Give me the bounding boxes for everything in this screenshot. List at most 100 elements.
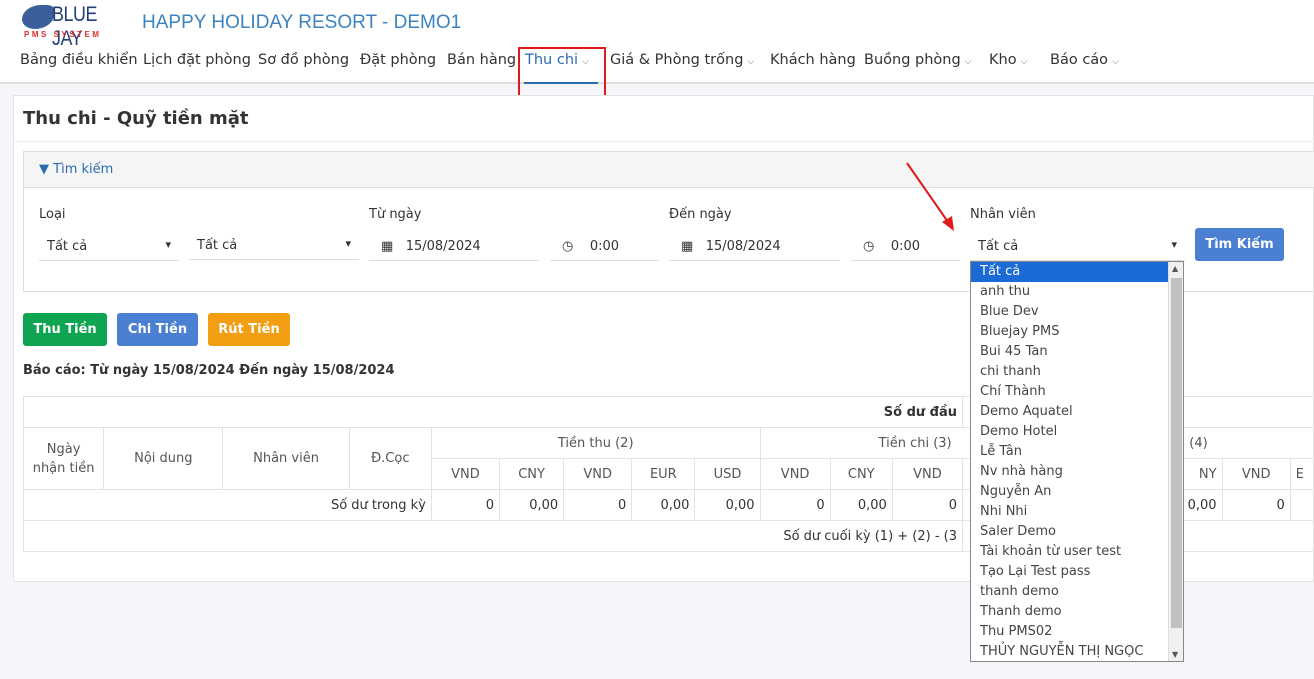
currency-header: VND [563, 458, 633, 490]
input-value: 0:00 [890, 239, 921, 254]
opening-label: Số dư đầu [22, 396, 964, 428]
chevron-down-icon: ▾ [345, 237, 351, 250]
dropdown-option[interactable]: Saler Demo [971, 522, 1169, 542]
filter-icon: ▼ [39, 162, 49, 177]
currency-header: USD [694, 458, 761, 490]
to-date-input[interactable]: ▦ 15/08/2024 [669, 231, 840, 261]
dropdown-option[interactable]: Tài khoản từ user test [971, 542, 1169, 562]
currency-header: EUR [631, 458, 696, 490]
scrollbar[interactable]: ▲ ▼ [1168, 262, 1183, 661]
dropdown-option[interactable]: Bui 45 Tan [971, 342, 1169, 362]
to-time-input[interactable]: ◷ 0:00 [851, 231, 960, 261]
period-label: Số dư trong kỳ [23, 489, 432, 521]
input-value: 0:00 [589, 239, 620, 254]
group-income: Tiền thu (2) [430, 427, 761, 459]
col-content: Nội dung [103, 427, 224, 490]
dropdown-option[interactable]: chi thanh [971, 362, 1169, 382]
value-cell [1289, 489, 1314, 521]
logo-text: BLUE JAY [52, 3, 97, 50]
dropdown-option[interactable]: anh thu [971, 282, 1169, 302]
value-cell: 0,00 [694, 489, 761, 521]
nav-housekeeping[interactable]: Buồng phòng ⌵ [864, 52, 972, 68]
search-button[interactable]: Tìm Kiếm [1195, 228, 1284, 261]
nav-reports[interactable]: Báo cáo ⌵ [1050, 52, 1119, 68]
receive-money-button[interactable]: Thu Tiền [23, 313, 107, 346]
currency-header: CNY [829, 458, 893, 490]
value-cell: 0,00 [498, 489, 565, 521]
nav-room-map[interactable]: Sơ đồ phòng [258, 52, 349, 68]
type-label: Loại [39, 207, 66, 222]
nav-customers[interactable]: Khách hàng [770, 52, 856, 68]
highlight-box [518, 47, 606, 101]
dropdown-option[interactable]: Blue Dev [971, 302, 1169, 322]
from-date-label: Từ ngày [369, 207, 422, 222]
nav-label: Buồng phòng [864, 52, 961, 68]
nav-label: Báo cáo [1050, 52, 1109, 68]
page-title: Thu chi - Quỹ tiền mặt [23, 108, 249, 129]
staff-label: Nhân viên [970, 207, 1036, 222]
staff-select[interactable]: Tất cả ▾ [970, 231, 1185, 261]
dropdown-option[interactable]: thanh demo [971, 582, 1169, 602]
withdraw-money-button[interactable]: Rút Tiền [208, 313, 290, 346]
top-header: BLUE JAY PMS SYSTEM HAPPY HOLIDAY RESORT… [0, 0, 1314, 84]
clock-icon: ◷ [562, 239, 574, 254]
nav-label: Kho [989, 52, 1017, 68]
select-value: Tất cả [197, 238, 238, 253]
scroll-down-icon[interactable]: ▼ [1172, 650, 1178, 659]
dropdown-option[interactable]: Thu PMS02 [971, 622, 1169, 642]
nav-inventory[interactable]: Kho ⌵ [989, 52, 1027, 68]
currency-header: E [1289, 458, 1314, 490]
chevron-down-icon: ▾ [1171, 238, 1177, 251]
hotel-name: HAPPY HOLIDAY RESORT - DEMO1 [142, 12, 462, 33]
clock-icon: ◷ [863, 239, 875, 254]
type-select[interactable]: Tất cả ▾ [39, 231, 179, 261]
dropdown-option[interactable]: Nv nhà hàng [971, 462, 1169, 482]
dropdown-option[interactable]: Lễ Tân [971, 442, 1169, 462]
calendar-icon: ▦ [681, 239, 694, 254]
value-cell: 0 [759, 489, 831, 521]
spend-money-button[interactable]: Chi Tiền [117, 313, 198, 346]
divider [13, 141, 1314, 142]
dropdown-option[interactable]: Tạo Lại Test pass [971, 562, 1169, 582]
dropdown-option[interactable]: Nhi Nhi [971, 502, 1169, 522]
dropdown-option[interactable]: Demo Hotel [971, 422, 1169, 442]
dropdown-option[interactable]: Chí Thành [971, 382, 1169, 402]
currency-header: VND [759, 458, 831, 490]
subtype-select[interactable]: Tất cả ▾ [189, 230, 359, 260]
to-date-label: Đến ngày [669, 207, 732, 222]
dropdown-option[interactable]: THỦY NGUYỄN THỊ NGỌC [971, 642, 1169, 661]
nav-rates[interactable]: Giá & Phòng trống ⌵ [610, 52, 754, 68]
dropdown-option[interactable]: Bluejay PMS [971, 322, 1169, 342]
report-range: Báo cáo: Từ ngày 15/08/2024 Đến ngày 15/… [23, 363, 395, 378]
value-cell: 0 [891, 489, 964, 521]
value-cell: 0,00 [631, 489, 696, 521]
value-cell: 0 [430, 489, 501, 521]
dropdown-option[interactable]: Tất cả [971, 262, 1169, 282]
input-value: 15/08/2024 [405, 239, 481, 254]
search-header[interactable]: ▼ Tìm kiếm [24, 152, 1314, 188]
from-time-input[interactable]: ◷ 0:00 [550, 231, 659, 261]
from-date-input[interactable]: ▦ 15/08/2024 [369, 231, 539, 261]
value-cell: 0,00 [829, 489, 893, 521]
chevron-down-icon: ⌵ [747, 57, 755, 67]
nav-dashboard[interactable]: Bảng điều khiển [20, 52, 138, 68]
logo-subtext: PMS SYSTEM [24, 30, 102, 39]
currency-header: VND [430, 458, 501, 490]
chevron-down-icon: ⌵ [1020, 57, 1028, 67]
nav-booking-calendar[interactable]: Lịch đặt phòng [143, 52, 251, 68]
staff-dropdown-list: Tất cả anh thu Blue Dev Bluejay PMS Bui 45 T… [970, 261, 1184, 662]
dropdown-option[interactable]: Demo Aquatel [971, 402, 1169, 422]
col-deposit: Đ.Cọc [348, 427, 432, 490]
nav-sales[interactable]: Bán hàng [447, 52, 516, 68]
scroll-up-icon[interactable]: ▲ [1172, 264, 1178, 273]
dropdown-option[interactable]: Thanh demo [971, 602, 1169, 622]
dropdown-option[interactable]: Nguyễn An [971, 482, 1169, 502]
nav-booking[interactable]: Đặt phòng [360, 52, 436, 68]
bird-icon [22, 5, 54, 29]
blue-jay-logo[interactable]: BLUE JAY PMS SYSTEM [22, 3, 126, 50]
scrollbar-thumb[interactable] [1171, 278, 1182, 628]
chevron-down-icon: ⌵ [1112, 57, 1119, 67]
col-staff: Nhân viên [222, 427, 350, 490]
value-cell: 0 [563, 489, 633, 521]
search-header-label: Tìm kiếm [53, 162, 114, 177]
